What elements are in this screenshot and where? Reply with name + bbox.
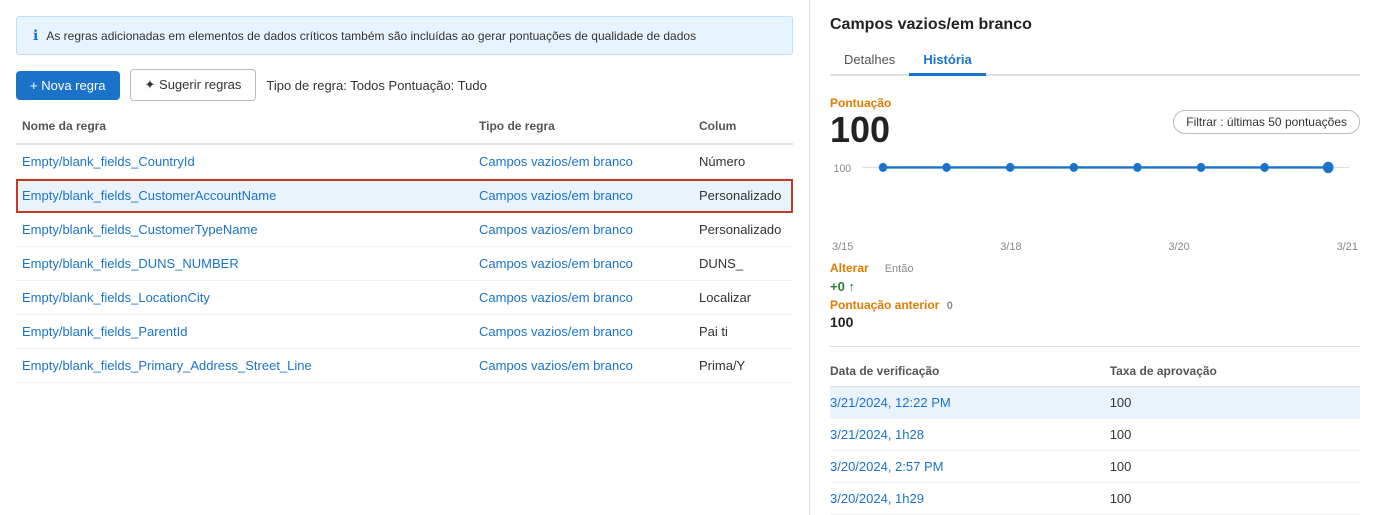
col-cell: Personalizado bbox=[693, 215, 793, 244]
tab-details[interactable]: Detalhes bbox=[830, 46, 909, 76]
x-label-4: 3/21 bbox=[1337, 241, 1358, 253]
prev-score-label: Pontuação anterior 0 bbox=[830, 298, 1360, 312]
th-rate: Taxa de aprovação bbox=[1110, 359, 1360, 387]
x-axis-labels: 3/15 3/18 3/20 3/21 bbox=[830, 241, 1360, 253]
prev-score-label-text: Pontuação anterior bbox=[830, 298, 939, 312]
col-cell: Localizar bbox=[693, 283, 793, 312]
table-row[interactable]: Empty/blank_fields_Primary_Address_Stree… bbox=[16, 349, 793, 383]
approval-cell: 100 bbox=[1110, 483, 1360, 515]
rule-name-cell: Empty/blank_fields_LocationCity bbox=[16, 283, 473, 312]
table-header-row: Data de verificação Taxa de aprovação bbox=[830, 359, 1360, 387]
rule-name-link[interactable]: Empty/blank_fields_ParentId bbox=[22, 324, 187, 339]
rules-rows: Empty/blank_fields_CountryId Campos vazi… bbox=[16, 145, 793, 383]
col-cell: Número bbox=[693, 147, 793, 176]
col-cell: Personalizado bbox=[693, 181, 793, 210]
new-rule-button[interactable]: + Nova regra bbox=[16, 71, 120, 100]
date-link[interactable]: 3/20/2024, 1h29 bbox=[830, 491, 924, 506]
x-label-3: 3/20 bbox=[1168, 241, 1189, 253]
table-row[interactable]: Empty/blank_fields_CustomerTypeName Camp… bbox=[16, 213, 793, 247]
history-tbody: 3/21/2024, 12:22 PM 100 3/21/2024, 1h28 … bbox=[830, 387, 1360, 515]
left-panel: ℹ As regras adicionadas em elementos de … bbox=[0, 0, 810, 515]
change-value: +0 ↑ bbox=[830, 279, 855, 294]
approval-cell: 100 bbox=[1110, 387, 1360, 419]
rule-type-cell: Campos vazios/em branco bbox=[473, 249, 693, 278]
table-row[interactable]: Empty/blank_fields_CountryId Campos vazi… bbox=[16, 145, 793, 179]
rule-name-link[interactable]: Empty/blank_fields_CountryId bbox=[22, 154, 195, 169]
change-section: Alterar Então bbox=[830, 261, 1360, 275]
tabs: Detalhes História bbox=[830, 46, 1360, 76]
rule-name-link[interactable]: Empty/blank_fields_CustomerAccountName bbox=[22, 188, 276, 203]
svg-text:100: 100 bbox=[834, 163, 852, 175]
rule-name-link[interactable]: Empty/blank_fields_LocationCity bbox=[22, 290, 210, 305]
date-cell: 3/20/2024, 1h29 bbox=[830, 483, 1110, 515]
rule-type-cell: Campos vazios/em branco bbox=[473, 181, 693, 210]
prev-score-zero: 0 bbox=[947, 300, 953, 312]
suggest-rules-button[interactable]: ✦ Sugerir regras bbox=[130, 69, 257, 101]
date-cell: 3/21/2024, 1h28 bbox=[830, 419, 1110, 451]
table-row[interactable]: Empty/blank_fields_DUNS_NUMBER Campos va… bbox=[16, 247, 793, 281]
rule-name-cell: Empty/blank_fields_ParentId bbox=[16, 317, 473, 346]
date-link[interactable]: 3/21/2024, 12:22 PM bbox=[830, 395, 951, 410]
date-cell: 3/21/2024, 12:22 PM bbox=[830, 387, 1110, 419]
info-banner: ℹ As regras adicionadas em elementos de … bbox=[16, 16, 793, 55]
score-section: Pontuação 100 Filtrar : últimas 50 pontu… bbox=[830, 96, 1360, 330]
th-date: Data de verificação bbox=[830, 359, 1110, 387]
score-row: Pontuação 100 Filtrar : últimas 50 pontu… bbox=[830, 96, 1360, 148]
change-sub: Então bbox=[885, 263, 914, 275]
date-cell: 3/20/2024, 2:57 PM bbox=[830, 451, 1110, 483]
filter-button[interactable]: Filtrar : últimas 50 pontuações bbox=[1173, 110, 1360, 134]
info-icon: ℹ bbox=[33, 27, 38, 44]
date-link[interactable]: 3/21/2024, 1h28 bbox=[830, 427, 924, 442]
x-label-2: 3/18 bbox=[1000, 241, 1021, 253]
chart-area: 100 3/15 3/18 3/20 3/21 bbox=[830, 156, 1360, 253]
rule-type-cell: Campos vazios/em branco bbox=[473, 283, 693, 312]
rule-name-link[interactable]: Empty/blank_fields_CustomerTypeName bbox=[22, 222, 258, 237]
history-table: Data de verificação Taxa de aprovação 3/… bbox=[830, 359, 1360, 515]
table-header: Nome da regra Tipo de regra Colum bbox=[16, 115, 793, 145]
info-text: As regras adicionadas em elementos de da… bbox=[46, 29, 696, 43]
table-row[interactable]: Empty/blank_fields_CustomerAccountName C… bbox=[16, 179, 793, 213]
filter-label: Tipo de regra: Todos Pontuação: Tudo bbox=[266, 78, 486, 93]
rule-type-cell: Campos vazios/em branco bbox=[473, 317, 693, 346]
rule-name-cell: Empty/blank_fields_CustomerTypeName bbox=[16, 215, 473, 244]
divider bbox=[830, 346, 1360, 347]
history-row: 3/20/2024, 1h29 100 bbox=[830, 483, 1360, 515]
col-header-name: Nome da regra bbox=[16, 115, 473, 137]
rule-name-cell: Empty/blank_fields_Primary_Address_Stree… bbox=[16, 351, 473, 380]
rule-name-cell: Empty/blank_fields_CountryId bbox=[16, 147, 473, 176]
table-row[interactable]: Empty/blank_fields_ParentId Campos vazio… bbox=[16, 315, 793, 349]
x-label-1: 3/15 bbox=[832, 241, 853, 253]
history-row: 3/21/2024, 1h28 100 bbox=[830, 419, 1360, 451]
table-row[interactable]: Empty/blank_fields_LocationCity Campos v… bbox=[16, 281, 793, 315]
score-label: Pontuação bbox=[830, 96, 891, 110]
history-row: 3/21/2024, 12:22 PM 100 bbox=[830, 387, 1360, 419]
rule-type-cell: Campos vazios/em branco bbox=[473, 351, 693, 380]
chart-svg: 100 bbox=[830, 156, 1360, 236]
col-cell: DUNS_ bbox=[693, 249, 793, 278]
rule-type-cell: Campos vazios/em branco bbox=[473, 215, 693, 244]
approval-cell: 100 bbox=[1110, 451, 1360, 483]
rule-name-cell: Empty/blank_fields_CustomerAccountName bbox=[16, 181, 473, 210]
approval-cell: 100 bbox=[1110, 419, 1360, 451]
panel-title: Campos vazios/em branco bbox=[830, 16, 1360, 34]
col-cell: Pai ti bbox=[693, 317, 793, 346]
change-label: Alterar bbox=[830, 261, 869, 275]
prev-score-value: 100 bbox=[830, 314, 1360, 330]
tab-history[interactable]: História bbox=[909, 46, 985, 76]
col-header-col: Colum bbox=[693, 115, 793, 137]
date-link[interactable]: 3/20/2024, 2:57 PM bbox=[830, 459, 943, 474]
rule-type-cell: Campos vazios/em branco bbox=[473, 147, 693, 176]
rule-name-cell: Empty/blank_fields_DUNS_NUMBER bbox=[16, 249, 473, 278]
rules-table: Nome da regra Tipo de regra Colum Empty/… bbox=[0, 115, 809, 383]
rule-name-link[interactable]: Empty/blank_fields_DUNS_NUMBER bbox=[22, 256, 239, 271]
score-value: 100 bbox=[830, 112, 891, 148]
rule-name-link[interactable]: Empty/blank_fields_Primary_Address_Stree… bbox=[22, 358, 312, 373]
col-cell: Prima/Y bbox=[693, 351, 793, 380]
history-row: 3/20/2024, 2:57 PM 100 bbox=[830, 451, 1360, 483]
toolbar: + Nova regra ✦ Sugerir regras Tipo de re… bbox=[0, 69, 809, 115]
col-header-type: Tipo de regra bbox=[473, 115, 693, 137]
right-panel: Campos vazios/em branco Detalhes Históri… bbox=[810, 0, 1380, 515]
